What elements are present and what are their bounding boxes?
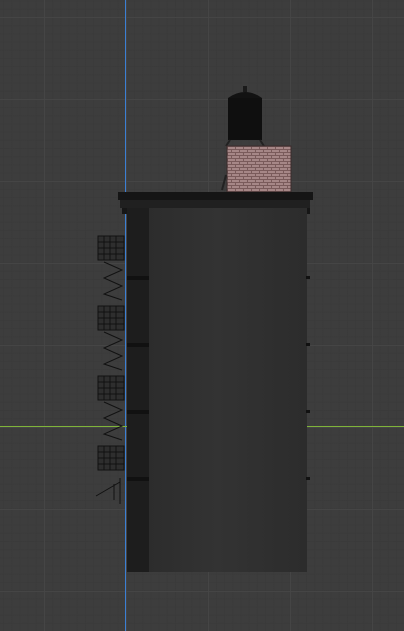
- facade: [127, 208, 310, 572]
- water-tower: [225, 86, 265, 147]
- roof-tank-crate: [221, 145, 292, 193]
- building-model[interactable]: [0, 0, 404, 631]
- fire-escape: [95, 235, 125, 504]
- 3d-viewport[interactable]: [0, 0, 404, 631]
